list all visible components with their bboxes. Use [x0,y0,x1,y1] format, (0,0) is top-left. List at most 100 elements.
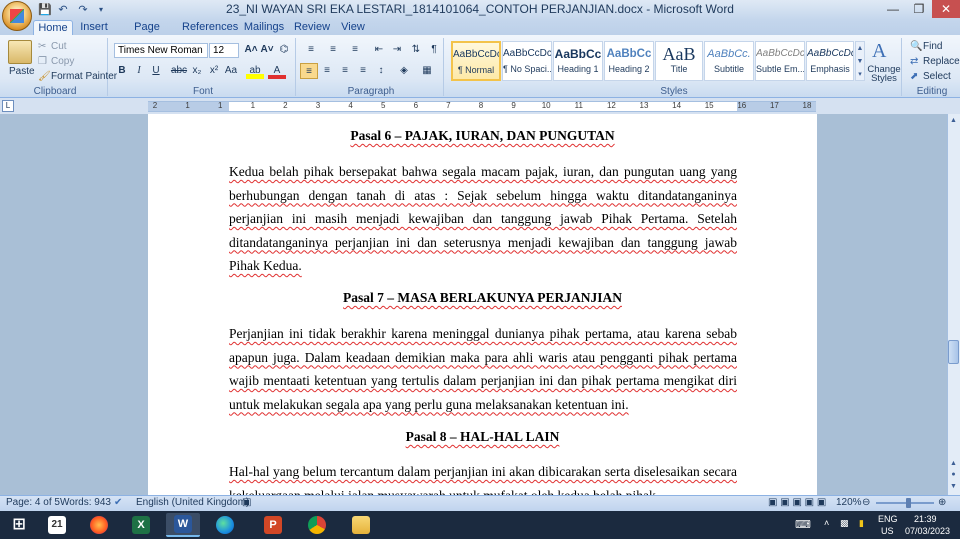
start-button[interactable]: ⊞ [2,513,36,537]
office-button[interactable] [2,1,32,31]
copy-icon[interactable]: ❐ [38,56,47,67]
strikethrough-icon[interactable]: abc [170,63,188,79]
line-spacing-icon[interactable]: ↕ [372,63,390,79]
language-ime[interactable]: ENG [878,514,898,524]
style-subtle-emphasis[interactable]: AaBbCcDc Subtle Em... [755,41,805,81]
ruler-toggle-icon[interactable]: L [2,100,14,112]
paragraph-pasal-6[interactable]: Kedua belah pihak bersepakat bahwa segal… [229,160,737,278]
tab-home[interactable]: Home [33,20,73,35]
style-heading-2[interactable]: AaBbCc Heading 2 [604,41,654,81]
style-title[interactable]: AaB Title [655,41,703,81]
zoom-level[interactable]: 120% [836,497,862,508]
clock-time[interactable]: 21:39 [914,514,937,524]
cut-button[interactable]: Cut [51,41,67,52]
underline-icon[interactable]: U [147,63,165,79]
zoom-slider-thumb[interactable] [906,498,911,508]
change-styles-button[interactable]: Change Styles [866,65,902,84]
vertical-scrollbar[interactable] [947,114,960,495]
shrink-font-icon[interactable]: A˅ [258,42,276,58]
word-count[interactable]: Words: 943 [60,497,111,508]
show-formatting-icon[interactable]: ¶ [425,42,443,58]
restore-button[interactable]: ❐ [906,0,932,18]
taskbar-calendar[interactable]: 21 [40,513,74,537]
taskbar-chrome[interactable] [300,513,334,537]
style-normal[interactable]: AaBbCcDc ¶ Normal [451,41,501,81]
tab-insert[interactable]: Insert [76,20,112,35]
zoom-slider[interactable] [876,502,934,504]
highlight-icon[interactable]: ab [246,63,264,79]
align-right-icon[interactable]: ≡ [336,63,354,79]
keyboard-icon[interactable]: ⌨ [795,518,811,531]
styles-scroll-icon[interactable]: ▲ ▼ ▾ [855,41,865,81]
increase-indent-icon[interactable]: ⇥ [388,42,406,58]
copy-button[interactable]: Copy [51,56,74,67]
macro-record-icon[interactable]: ▣ [242,497,251,508]
decrease-indent-icon[interactable]: ⇤ [370,42,388,58]
view-buttons[interactable]: ▣ ▣ ▣ ▣ ▣ [768,497,826,508]
tab-view[interactable]: View [337,20,369,35]
battery-icon[interactable]: ▮ [859,518,864,529]
clear-formatting-icon[interactable]: ⌬ [275,42,293,58]
tab-mailings[interactable]: Mailings [241,20,287,35]
tray-expand-icon[interactable]: ˄ [824,518,829,528]
taskbar-excel[interactable]: X [124,513,158,537]
scrollbar-thumb[interactable] [948,340,959,364]
shading-icon[interactable]: ◈ [395,63,413,79]
browse-object-icon[interactable]: ● [948,469,959,481]
replace-icon[interactable]: ⇄ [910,56,918,67]
replace-button[interactable]: Replace [923,56,960,67]
paste-button[interactable]: Paste [9,66,35,77]
select-button[interactable]: Select [923,71,951,82]
tab-references[interactable]: References [182,20,238,35]
heading-pasal-6[interactable]: Pasal 6 – PAJAK, IURAN, DAN PUNGUTAN [148,128,817,144]
tab-page-layout[interactable]: Page Layout [117,20,177,48]
font-color-icon[interactable]: A [268,63,286,79]
bold-icon[interactable]: B [113,63,131,79]
paragraph-pasal-7[interactable]: Perjanjian ini tidak berakhir karena men… [229,322,737,416]
scroll-up-icon[interactable]: ▲ [948,115,959,127]
style-emphasis[interactable]: AaBbCcDc Emphasis [806,41,854,81]
tab-review[interactable]: Review [292,20,332,35]
change-styles-icon[interactable]: A [872,40,886,63]
superscript-icon[interactable]: x² [205,63,223,79]
language-indicator[interactable]: English (United Kingdom) [136,497,249,508]
change-case-icon[interactable]: Aa [222,63,240,79]
paragraph-pasal-8[interactable]: Hal-hal yang belum tercantum dalam perja… [229,460,737,495]
taskbar-word[interactable]: W [166,513,200,537]
borders-icon[interactable]: ▦ [418,63,436,79]
clock-date[interactable]: 07/03/2023 [905,526,950,536]
find-button[interactable]: Find [923,41,942,52]
style-no-spacing[interactable]: AaBbCcDc ¶ No Spaci... [502,41,552,81]
zoom-in-icon[interactable]: ⊕ [938,497,946,508]
next-page-icon[interactable]: ▼ [948,481,959,493]
subscript-icon[interactable]: x₂ [188,63,206,79]
taskbar-file-explorer[interactable] [344,513,378,537]
close-button[interactable]: ✕ [932,0,960,18]
style-heading-1[interactable]: AaBbCc Heading 1 [553,41,603,81]
font-size-combo[interactable]: 12 [209,43,239,58]
numbering-icon[interactable]: ≡ [324,42,342,58]
format-painter-icon[interactable]: 🖌 [38,71,51,82]
italic-icon[interactable]: I [130,63,148,79]
cut-icon[interactable]: ✂ [38,41,46,52]
paste-icon[interactable] [8,40,32,64]
bullets-icon[interactable]: ≡ [302,42,320,58]
align-left-icon[interactable]: ≡ [300,63,318,79]
justify-icon[interactable]: ≡ [354,63,372,79]
font-name-combo[interactable]: Times New Roman [114,43,208,58]
style-subtitle[interactable]: AaBbCc. Subtitle [704,41,754,81]
format-painter-button[interactable]: Format Painter [51,71,117,82]
sort-icon[interactable]: ⇅ [407,42,425,58]
taskbar-powerpoint[interactable]: P [256,513,290,537]
network-icon[interactable]: ▩ [840,518,849,529]
minimize-button[interactable]: — [880,0,906,18]
find-icon[interactable]: 🔍 [910,41,922,52]
heading-pasal-8[interactable]: Pasal 8 – HAL-HAL LAIN [148,429,817,445]
taskbar-firefox[interactable] [82,513,116,537]
taskbar-edge[interactable] [208,513,242,537]
region-ime[interactable]: US [881,526,894,536]
heading-pasal-7[interactable]: Pasal 7 – MASA BERLAKUNYA PERJANJIAN [148,290,817,306]
multilevel-list-icon[interactable]: ≡ [346,42,364,58]
align-center-icon[interactable]: ≡ [318,63,336,79]
select-icon[interactable]: ⬈ [910,71,918,82]
